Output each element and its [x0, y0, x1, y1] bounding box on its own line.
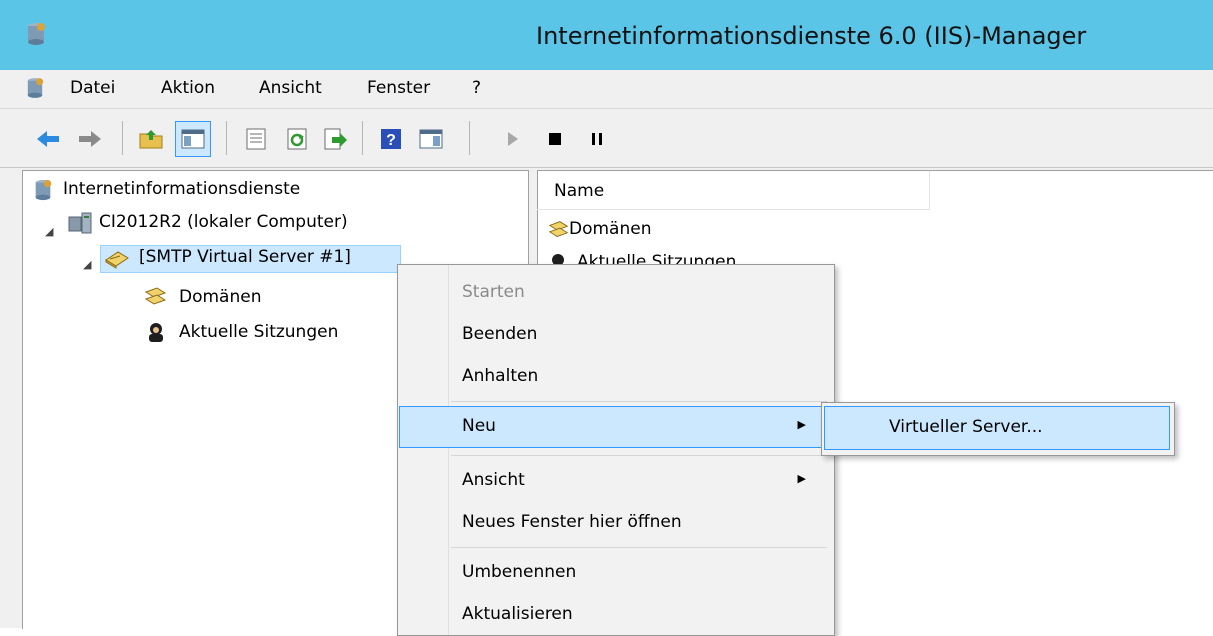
- menu-item-starten[interactable]: Starten: [400, 273, 830, 313]
- menu-item-label: Neu: [462, 416, 496, 436]
- column-header-label: Name: [554, 181, 605, 201]
- help-icon[interactable]: ?: [378, 126, 404, 152]
- back-icon[interactable]: [35, 126, 61, 152]
- show-hide-tree-toggle[interactable]: [175, 121, 211, 157]
- menu-item-label: Ansicht: [462, 470, 525, 490]
- menu-ansicht[interactable]: Ansicht: [259, 78, 322, 98]
- submenu-arrow-icon: ▶: [797, 418, 806, 431]
- menu-item-ansicht[interactable]: Ansicht ▶: [400, 461, 830, 501]
- tree-node-root[interactable]: Internetinformationsdienste: [63, 179, 300, 199]
- computer-icon: [68, 212, 92, 234]
- menu-bar: Datei Aktion Ansicht Fenster ?: [0, 70, 1213, 109]
- export-list-icon[interactable]: [322, 126, 348, 152]
- menu-item-umbenennen[interactable]: Umbenennen: [400, 553, 830, 593]
- properties-icon[interactable]: [243, 126, 269, 152]
- menu-separator: [451, 401, 827, 402]
- menu-separator: [451, 455, 827, 456]
- stop-icon[interactable]: [542, 126, 568, 152]
- menu-separator: [451, 547, 827, 548]
- menu-item-label: Aktualisieren: [462, 604, 573, 624]
- submenu-neu: Virtueller Server...: [821, 402, 1175, 456]
- toolbar-separator: [362, 121, 363, 155]
- play-icon[interactable]: [500, 126, 526, 152]
- menu-item-neu[interactable]: Neu ▶: [399, 406, 831, 448]
- column-header-name[interactable]: Name: [537, 171, 930, 210]
- domains-icon: [144, 287, 167, 305]
- pause-icon[interactable]: [584, 126, 610, 152]
- menu-item-label: Anhalten: [462, 366, 539, 386]
- expanded-triangle-icon[interactable]: ◢: [45, 225, 53, 238]
- iis-app-icon[interactable]: [26, 22, 46, 46]
- tree-node-domains[interactable]: Domänen: [179, 287, 261, 307]
- toolbar-separator: [122, 121, 123, 155]
- list-item-label: Aktuelle Sitzungen: [577, 252, 737, 264]
- menu-help[interactable]: ?: [472, 78, 481, 98]
- tree-node-server-selected[interactable]: [SMTP Virtual Server #1]: [100, 245, 401, 273]
- toolbar-separator: [469, 121, 470, 155]
- list-item[interactable]: Domänen: [547, 218, 847, 242]
- menu-fenster[interactable]: Fenster: [367, 78, 430, 98]
- system-menu-icon[interactable]: [26, 77, 44, 99]
- toolbar-separator: [226, 121, 227, 155]
- show-hide-tree-icon: [181, 129, 205, 149]
- smtp-server-icon: [105, 251, 129, 269]
- refresh-icon[interactable]: [284, 126, 310, 152]
- menu-datei[interactable]: Datei: [70, 78, 115, 98]
- submenu-arrow-icon: ▶: [797, 472, 806, 485]
- list-item-label: Domänen: [569, 219, 652, 239]
- menu-item-virtueller-server[interactable]: Virtueller Server...: [824, 406, 1170, 450]
- show-hide-action-pane-icon[interactable]: [418, 126, 444, 152]
- menu-item-beenden[interactable]: Beenden: [400, 315, 830, 355]
- sessions-icon: [149, 323, 163, 342]
- tree-node-sessions[interactable]: Aktuelle Sitzungen: [179, 322, 338, 342]
- menu-item-label: Beenden: [462, 324, 538, 344]
- context-menu: Starten Beenden Anhalten Neu ▶ Ansicht ▶…: [397, 264, 835, 636]
- expanded-triangle-icon[interactable]: ◢: [83, 258, 91, 271]
- toolbar: ?: [0, 109, 1213, 168]
- menu-item-label: Starten: [462, 282, 525, 302]
- sessions-icon: [552, 254, 564, 264]
- list-item[interactable]: Aktuelle Sitzungen: [547, 252, 767, 264]
- menu-item-neues-fenster[interactable]: Neues Fenster hier öffnen: [400, 503, 830, 543]
- iis-root-icon: [35, 179, 52, 201]
- title-bar: Internetinformationsdienste 6.0 (IIS)-Ma…: [0, 0, 1213, 70]
- forward-icon[interactable]: [77, 126, 103, 152]
- svg-text:?: ?: [386, 132, 396, 149]
- menu-item-label: Neues Fenster hier öffnen: [462, 512, 682, 532]
- menu-item-aktualisieren[interactable]: Aktualisieren: [400, 595, 830, 635]
- menu-item-anhalten[interactable]: Anhalten: [400, 357, 830, 397]
- menu-aktion[interactable]: Aktion: [161, 78, 215, 98]
- menu-item-label: Umbenennen: [462, 562, 577, 582]
- tree-node-server-label: [SMTP Virtual Server #1]: [139, 247, 351, 267]
- domains-icon: [548, 221, 569, 237]
- up-folder-icon[interactable]: [138, 126, 164, 152]
- tree-node-computer[interactable]: CI2012R2 (lokaler Computer): [99, 212, 348, 232]
- menu-item-label: Virtueller Server...: [889, 417, 1043, 437]
- window-title: Internetinformationsdienste 6.0 (IIS)-Ma…: [536, 22, 1087, 50]
